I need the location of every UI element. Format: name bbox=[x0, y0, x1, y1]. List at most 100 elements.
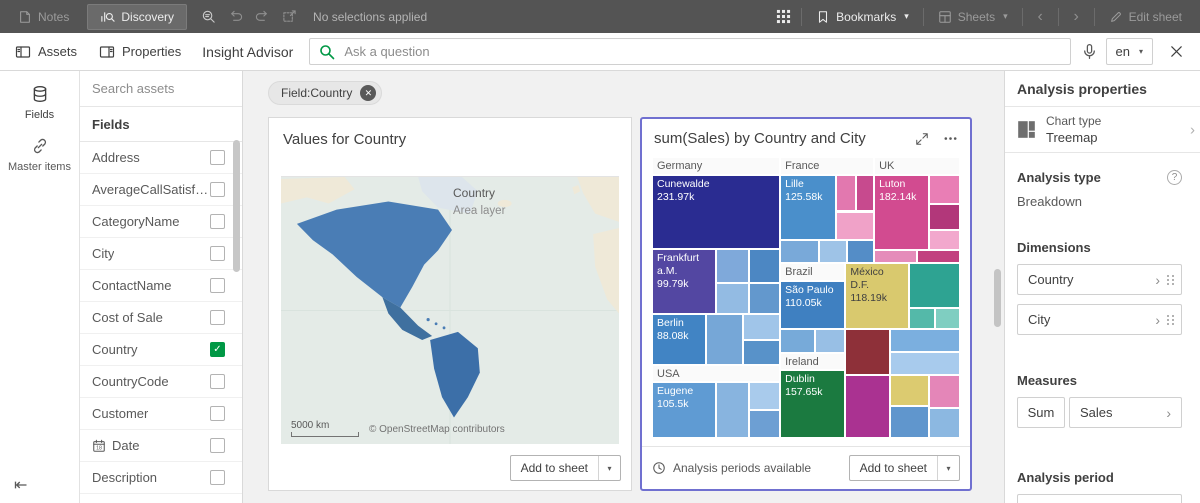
treemap-cell[interactable] bbox=[706, 314, 744, 365]
rail-tab-fields[interactable]: Fields bbox=[0, 85, 79, 121]
treemap-cell[interactable] bbox=[856, 175, 874, 212]
chart-type-row[interactable]: Chart type Treemap › bbox=[1005, 107, 1200, 152]
measure-field[interactable]: Sales › bbox=[1069, 397, 1182, 428]
app-grid-button[interactable] bbox=[770, 0, 797, 33]
treemap-cell[interactable] bbox=[836, 212, 875, 241]
caret-down-icon[interactable]: ▾ bbox=[937, 456, 959, 480]
add-to-sheet-button[interactable]: Add to sheet ▾ bbox=[510, 455, 621, 481]
discovery-button[interactable]: Discovery bbox=[87, 4, 187, 30]
treemap-cell-cunewalde[interactable]: Cunewalde231.97k bbox=[652, 175, 780, 249]
field-checkbox[interactable] bbox=[210, 246, 225, 261]
treemap-cell-eugene[interactable]: Eugene105.5k bbox=[652, 382, 716, 438]
chevron-right-icon[interactable]: › bbox=[1190, 121, 1195, 138]
smart-search-button[interactable] bbox=[195, 0, 222, 33]
treemap-cell[interactable] bbox=[743, 314, 780, 340]
measure-aggregation[interactable]: Sum bbox=[1017, 397, 1065, 428]
language-selector[interactable]: en ▾ bbox=[1106, 38, 1153, 65]
properties-toggle-button[interactable]: Properties bbox=[88, 33, 192, 70]
field-row-country[interactable]: Country✓ bbox=[80, 334, 242, 366]
field-row-customer[interactable]: Customer bbox=[80, 398, 242, 430]
field-checkbox[interactable] bbox=[210, 278, 225, 293]
treemap-cell[interactable] bbox=[716, 249, 749, 284]
collapse-panel-button[interactable]: ⇤ bbox=[14, 475, 27, 495]
field-checkbox[interactable] bbox=[210, 182, 225, 197]
treemap-cell[interactable] bbox=[929, 408, 960, 438]
field-row-description[interactable]: Description bbox=[80, 462, 242, 494]
treemap-cell-berlin[interactable]: Berlin88.08k bbox=[652, 314, 706, 365]
edit-sheet-button[interactable]: Edit sheet bbox=[1099, 0, 1192, 33]
treemap-cell-dublin[interactable]: Dublin157.65k bbox=[780, 370, 845, 438]
treemap-cell[interactable] bbox=[819, 240, 847, 263]
field-row-contactname[interactable]: ContactName bbox=[80, 270, 242, 302]
help-icon[interactable]: ? bbox=[1167, 170, 1182, 185]
treemap-chart-card[interactable]: sum(Sales) by Country and City GermanyFr… bbox=[640, 117, 972, 491]
selections-back-button[interactable] bbox=[222, 0, 249, 33]
treemap-cell[interactable] bbox=[890, 375, 929, 406]
field-row-date[interactable]: 18Date bbox=[80, 430, 242, 462]
question-input[interactable] bbox=[344, 44, 1060, 59]
remove-filter-button[interactable]: ✕ bbox=[360, 85, 376, 101]
previous-sheet-button[interactable]: ‹ bbox=[1027, 0, 1054, 33]
more-options-button[interactable] bbox=[943, 131, 958, 146]
treemap-cell[interactable] bbox=[780, 240, 819, 263]
analysis-period-row[interactable]: YearMonth-last sorte... bbox=[1017, 494, 1182, 503]
treemap-cell[interactable] bbox=[909, 263, 960, 308]
field-row-countrycode[interactable]: CountryCode bbox=[80, 366, 242, 398]
caret-down-icon[interactable]: ▾ bbox=[598, 456, 620, 480]
expand-chart-button[interactable] bbox=[915, 132, 929, 146]
scrollbar-thumb[interactable] bbox=[994, 269, 1001, 327]
treemap-cell[interactable] bbox=[890, 329, 960, 352]
field-checkbox[interactable]: ✓ bbox=[210, 342, 225, 357]
chevron-right-icon[interactable]: › bbox=[1155, 313, 1160, 327]
bookmarks-button[interactable]: Bookmarks ▾ bbox=[806, 0, 919, 33]
treemap-cell-s-o-paulo[interactable]: São Paulo110.05k bbox=[780, 281, 845, 329]
treemap-cell[interactable] bbox=[890, 406, 929, 438]
treemap-cell[interactable] bbox=[743, 340, 780, 364]
treemap-cell[interactable] bbox=[749, 410, 780, 438]
notes-button[interactable]: Notes bbox=[8, 0, 79, 33]
treemap-cell[interactable] bbox=[845, 375, 890, 438]
field-row-categoryname[interactable]: CategoryName bbox=[80, 206, 242, 238]
filter-chip[interactable]: Field:Country ✕ bbox=[268, 81, 382, 105]
map-chart-card[interactable]: Values for Country bbox=[268, 117, 632, 491]
treemap-cell[interactable] bbox=[929, 175, 960, 205]
treemap-cell[interactable] bbox=[929, 204, 960, 230]
rail-tab-master-items[interactable]: Master items bbox=[0, 137, 79, 173]
chevron-right-icon[interactable]: › bbox=[1155, 273, 1160, 287]
dimension-row-city[interactable]: City› bbox=[1017, 304, 1182, 335]
chevron-right-icon[interactable]: › bbox=[1166, 406, 1171, 420]
treemap-cell[interactable] bbox=[749, 283, 780, 313]
field-row-cost-of-sale[interactable]: Cost of Sale bbox=[80, 302, 242, 334]
field-row-city[interactable]: City bbox=[80, 238, 242, 270]
field-checkbox[interactable] bbox=[210, 374, 225, 389]
field-checkbox[interactable] bbox=[210, 150, 225, 165]
drag-handle-icon[interactable] bbox=[1167, 315, 1174, 325]
close-insight-advisor-button[interactable] bbox=[1153, 44, 1188, 59]
scrollbar-thumb[interactable] bbox=[233, 140, 240, 272]
field-checkbox[interactable] bbox=[210, 438, 225, 453]
treemap-cell[interactable] bbox=[917, 250, 960, 263]
treemap-cell[interactable] bbox=[716, 382, 749, 438]
drag-handle-icon[interactable] bbox=[1167, 275, 1174, 285]
world-map[interactable] bbox=[281, 177, 619, 444]
treemap-cell[interactable] bbox=[836, 175, 856, 212]
treemap-cell[interactable] bbox=[847, 240, 874, 263]
field-checkbox[interactable] bbox=[210, 214, 225, 229]
voice-input-button[interactable] bbox=[1081, 43, 1098, 60]
treemap-cell-lille[interactable]: Lille125.58k bbox=[780, 175, 835, 240]
treemap-cell[interactable] bbox=[749, 382, 780, 410]
treemap-cell-frankfurt-a-m-[interactable]: Frankfurt a.M.99.79k bbox=[652, 249, 716, 314]
treemap-cell-luton[interactable]: Luton182.14k bbox=[874, 175, 929, 251]
treemap-cell[interactable] bbox=[909, 308, 935, 329]
map-chart[interactable]: Country Area layer 5000 km © OpenStreetM… bbox=[281, 176, 619, 444]
clear-selections-button[interactable] bbox=[276, 0, 303, 33]
treemap-cell[interactable] bbox=[815, 329, 846, 353]
treemap-cell[interactable] bbox=[749, 249, 780, 284]
treemap-cell[interactable] bbox=[845, 329, 890, 375]
treemap-cell-m-xico-d-f-[interactable]: México D.F.118.19k bbox=[845, 263, 908, 329]
field-checkbox[interactable] bbox=[210, 470, 225, 485]
field-checkbox[interactable] bbox=[210, 310, 225, 325]
treemap-cell[interactable] bbox=[929, 230, 960, 251]
field-row-address[interactable]: Address bbox=[80, 142, 242, 174]
sheets-button[interactable]: Sheets ▾ bbox=[928, 0, 1018, 33]
